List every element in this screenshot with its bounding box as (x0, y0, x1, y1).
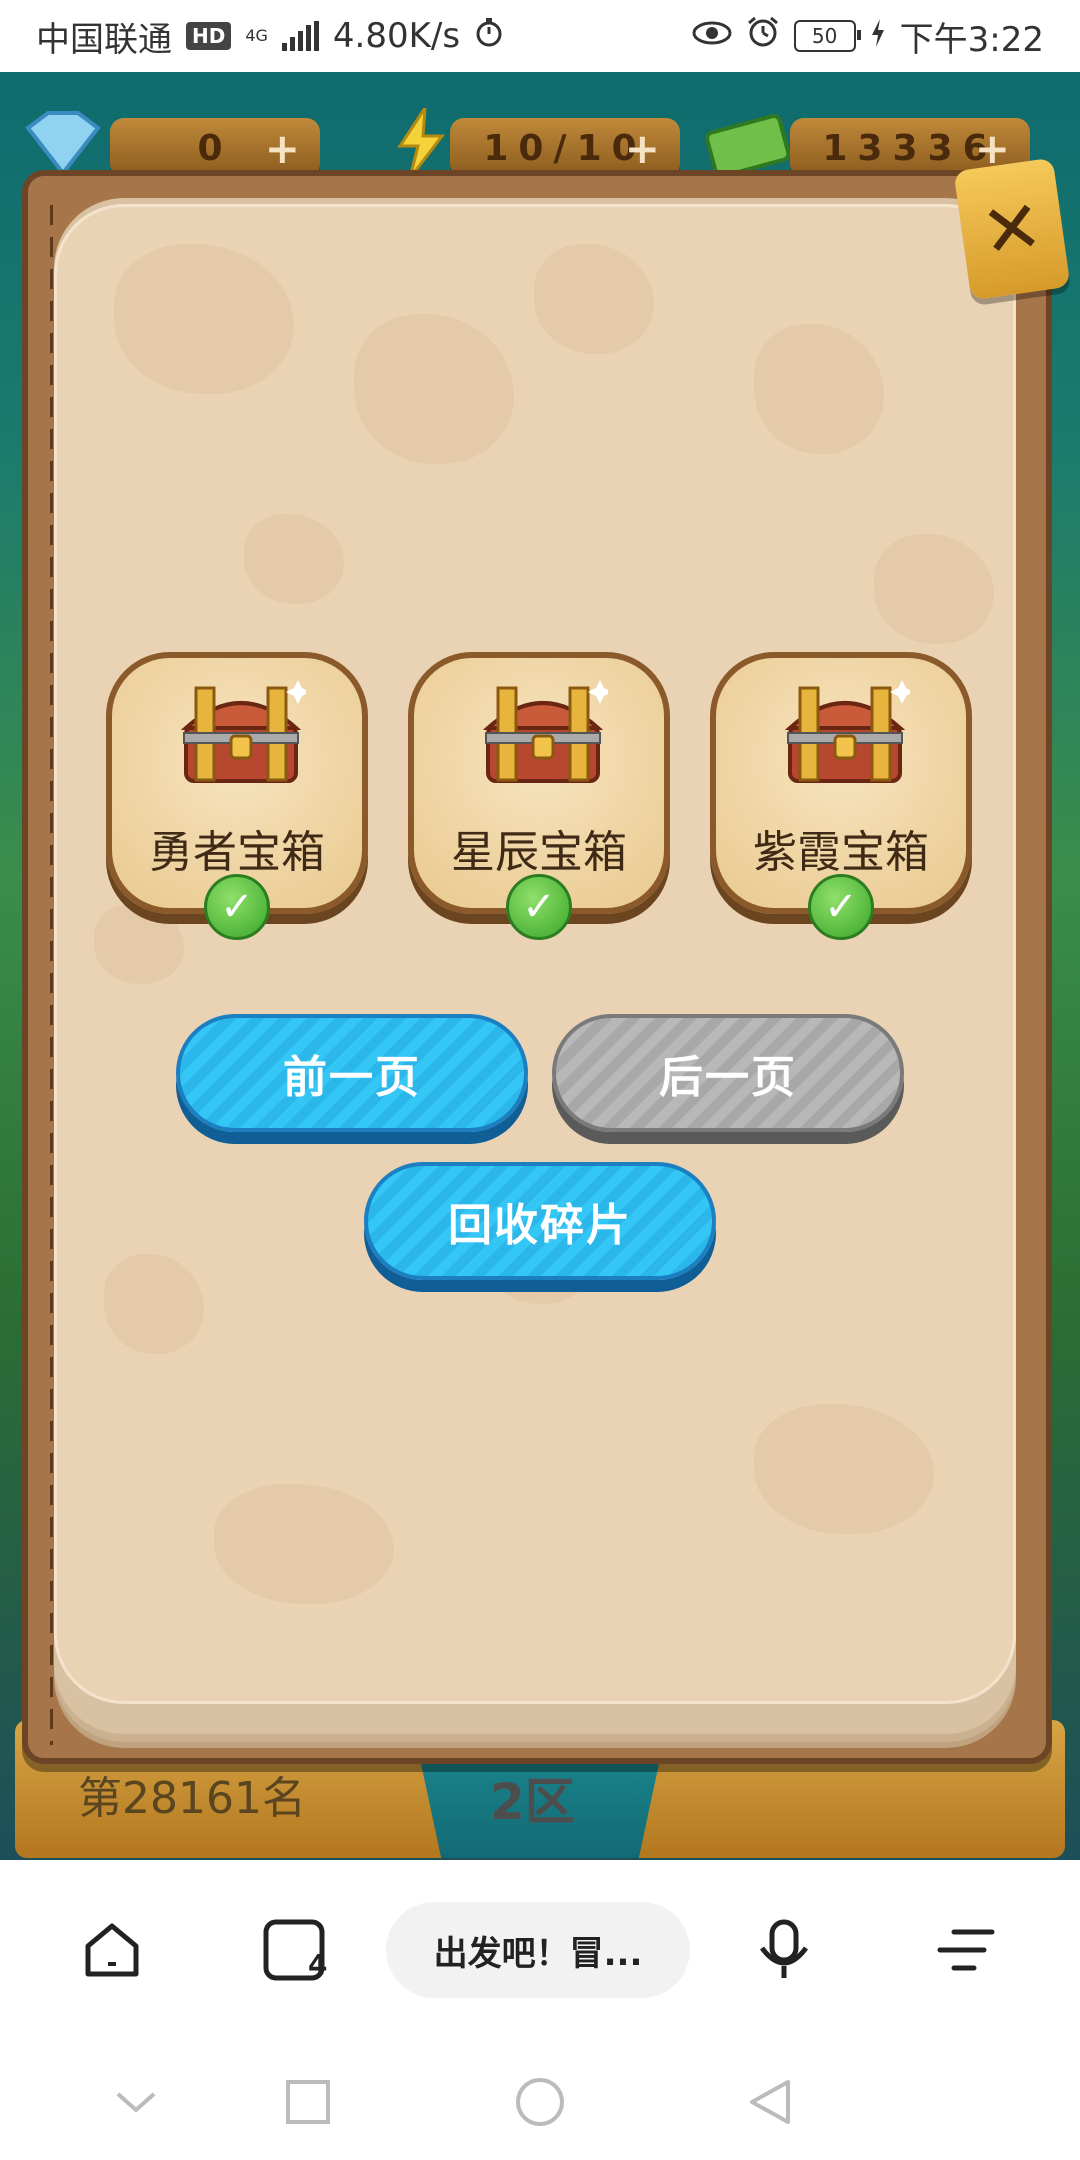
treasure-chest-icon (784, 680, 910, 783)
collapse-icon[interactable] (110, 2076, 162, 2128)
cash-count: 13336 (822, 127, 998, 169)
home-nav-icon[interactable] (514, 2076, 566, 2128)
battery-icon: 50 (793, 20, 861, 52)
dialog-dashed-border (50, 205, 53, 1745)
add-energy-icon[interactable]: + (625, 124, 670, 173)
zone-label: 2区 (490, 1773, 575, 1831)
check-icon: ✓ (204, 874, 270, 940)
clock-time: 下午3:22 (899, 19, 1044, 60)
microphone-icon[interactable] (752, 1918, 816, 1982)
check-icon: ✓ (808, 874, 874, 940)
chest-label: 紫霞宝箱 (753, 827, 929, 878)
status-bar: 中国联通 HD 4G 4.80K/s 50 下午3:22 (0, 0, 1080, 72)
energy-count: 10/10 (483, 127, 647, 169)
eye-icon (692, 16, 732, 56)
hd-badge: HD (186, 22, 232, 50)
dialog-panel (54, 204, 1016, 1704)
menu-icon[interactable] (934, 1918, 998, 1982)
tabs-icon[interactable]: 4 (262, 1918, 328, 1982)
carrier-name: 中国联通 (36, 19, 172, 60)
next-page-button[interactable]: 后一页 (552, 1014, 904, 1132)
chest-label: 星辰宝箱 (451, 827, 627, 878)
network-type: 4G (245, 26, 268, 45)
gem-counter: 0 + (110, 118, 320, 178)
add-gems-icon[interactable]: + (265, 124, 310, 173)
chest-label: 勇者宝箱 (149, 827, 325, 878)
alarm-icon (746, 15, 780, 58)
treasure-chest-icon (180, 680, 306, 783)
back-icon[interactable] (744, 2076, 796, 2128)
signal-icon (281, 21, 319, 51)
timer-icon (474, 16, 504, 56)
home-icon[interactable] (80, 1918, 144, 1982)
player-rank: 第28161名 (78, 1773, 306, 1824)
check-icon: ✓ (506, 874, 572, 940)
energy-counter: 10/10 + (450, 118, 680, 178)
treasure-chest-icon (482, 680, 608, 783)
gem-icon (18, 108, 101, 178)
cash-icon (705, 108, 791, 179)
prev-page-button[interactable]: 前一页 (176, 1014, 528, 1132)
network-speed: 4.80K/s (332, 16, 461, 56)
charging-icon (870, 16, 886, 56)
close-icon: ✕ (976, 183, 1048, 275)
recycle-fragments-button[interactable]: 回收碎片 (364, 1162, 716, 1280)
tab-count: 4 (308, 1948, 328, 1981)
close-button[interactable]: ✕ (953, 157, 1071, 301)
gem-count: 0 (197, 127, 233, 169)
recents-icon[interactable] (282, 2076, 334, 2128)
current-tab-title[interactable]: 出发吧！冒... (386, 1902, 690, 1998)
